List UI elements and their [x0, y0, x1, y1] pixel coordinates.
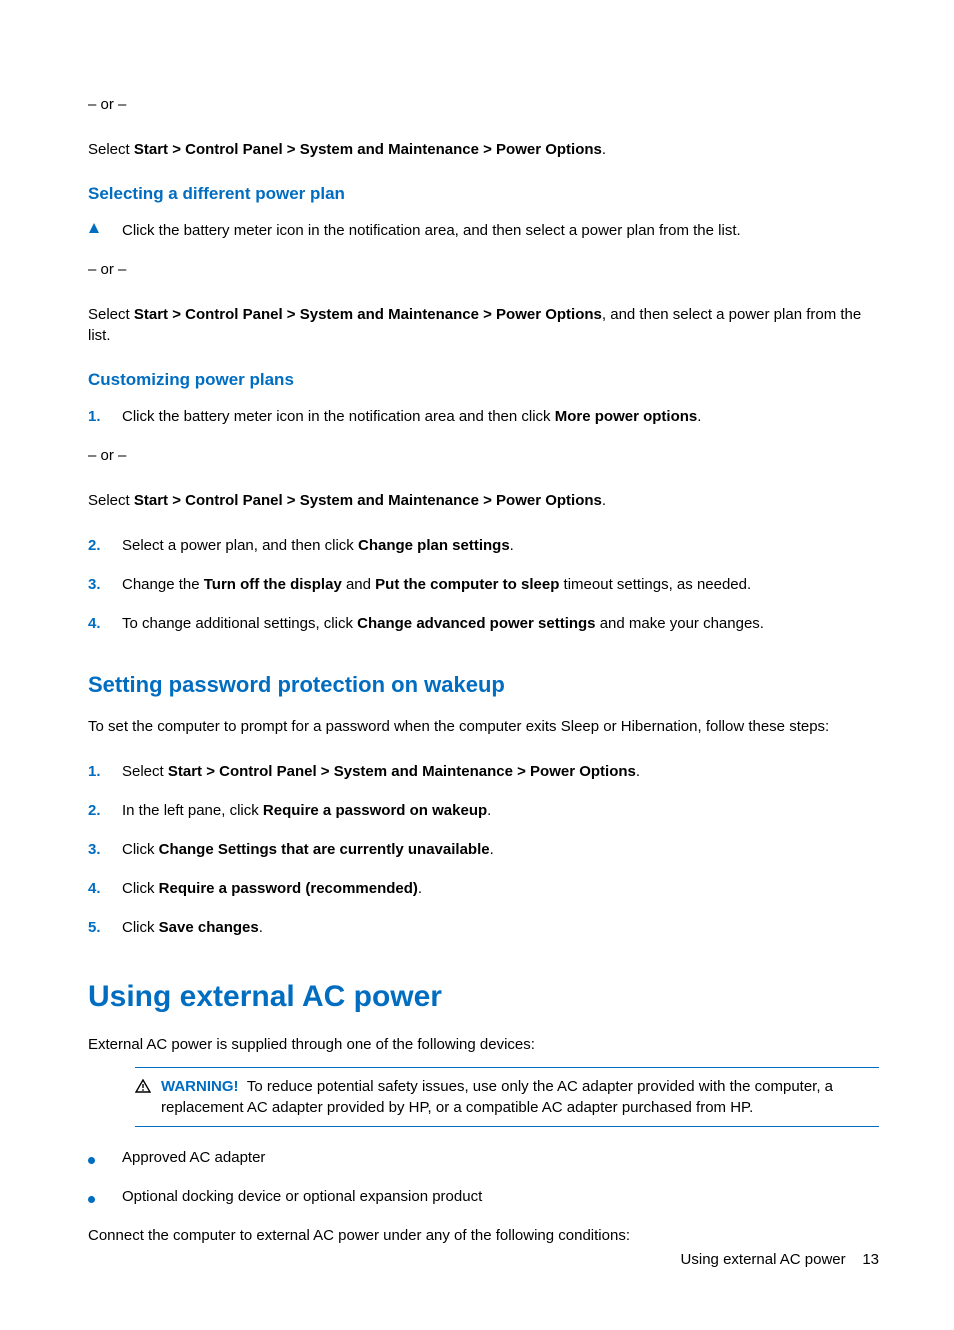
instruction-text: Select Start > Control Panel > System an… [88, 139, 879, 160]
step-number: 4. [88, 613, 122, 634]
or-separator: – or – [88, 94, 879, 115]
footer-label: Using external AC power [681, 1251, 846, 1268]
instruction-text: Select Start > Control Panel > System an… [88, 490, 879, 511]
numbered-step: 4. Click Require a password (recommended… [88, 878, 879, 899]
heading-password-protection: Setting password protection on wakeup [88, 672, 879, 698]
numbered-step: 4. To change additional settings, click … [88, 613, 879, 634]
step-number: 1. [88, 406, 122, 427]
bullet-text: Optional docking device or optional expa… [122, 1186, 879, 1207]
warning-box: WARNING! To reduce potential safety issu… [135, 1067, 879, 1127]
step-text: Click the battery meter icon in the noti… [122, 406, 879, 427]
step-text: Click Change Settings that are currently… [122, 839, 879, 860]
step-number: 1. [88, 761, 122, 782]
step-text: Click the battery meter icon in the noti… [122, 220, 879, 241]
step-number: 3. [88, 839, 122, 860]
heading-using-external-ac-power: Using external AC power [88, 980, 879, 1014]
page-number: 13 [862, 1251, 879, 1268]
step-text: In the left pane, click Require a passwo… [122, 800, 879, 821]
numbered-step: 2. In the left pane, click Require a pas… [88, 800, 879, 821]
or-separator: – or – [88, 445, 879, 466]
or-separator: – or – [88, 259, 879, 280]
intro-text: External AC power is supplied through on… [88, 1034, 879, 1055]
numbered-step: 3. Change the Turn off the display and P… [88, 574, 879, 595]
step-text: To change additional settings, click Cha… [122, 613, 879, 634]
step-number: 5. [88, 917, 122, 938]
action-step: Click the battery meter icon in the noti… [88, 220, 879, 241]
bullet-item: Optional docking device or optional expa… [88, 1186, 879, 1207]
numbered-step: 1. Select Start > Control Panel > System… [88, 761, 879, 782]
step-text: Select a power plan, and then click Chan… [122, 535, 879, 556]
bullet-text: Approved AC adapter [122, 1147, 879, 1168]
page-footer: Using external AC power 13 [681, 1251, 879, 1268]
heading-selecting-plan: Selecting a different power plan [88, 184, 879, 204]
numbered-step: 5. Click Save changes. [88, 917, 879, 938]
document-page: – or – Select Start > Control Panel > Sy… [0, 0, 954, 1330]
instruction-text: Select Start > Control Panel > System an… [88, 304, 879, 346]
numbered-step: 3. Click Change Settings that are curren… [88, 839, 879, 860]
step-text: Select Start > Control Panel > System an… [122, 761, 879, 782]
step-number: 3. [88, 574, 122, 595]
bullet-icon [88, 1186, 122, 1207]
step-number: 4. [88, 878, 122, 899]
numbered-step: 2. Select a power plan, and then click C… [88, 535, 879, 556]
warning-text: WARNING! To reduce potential safety issu… [161, 1076, 879, 1118]
step-text: Click Save changes. [122, 917, 879, 938]
warning-icon [135, 1076, 151, 1118]
step-number: 2. [88, 535, 122, 556]
intro-text: To set the computer to prompt for a pass… [88, 716, 879, 737]
heading-customizing-plans: Customizing power plans [88, 370, 879, 390]
triangle-bullet-icon [88, 220, 122, 241]
bullet-item: Approved AC adapter [88, 1147, 879, 1168]
step-text: Change the Turn off the display and Put … [122, 574, 879, 595]
numbered-step: 1. Click the battery meter icon in the n… [88, 406, 879, 427]
step-text: Click Require a password (recommended). [122, 878, 879, 899]
bullet-icon [88, 1147, 122, 1168]
step-number: 2. [88, 800, 122, 821]
body-text: Connect the computer to external AC powe… [88, 1225, 879, 1246]
